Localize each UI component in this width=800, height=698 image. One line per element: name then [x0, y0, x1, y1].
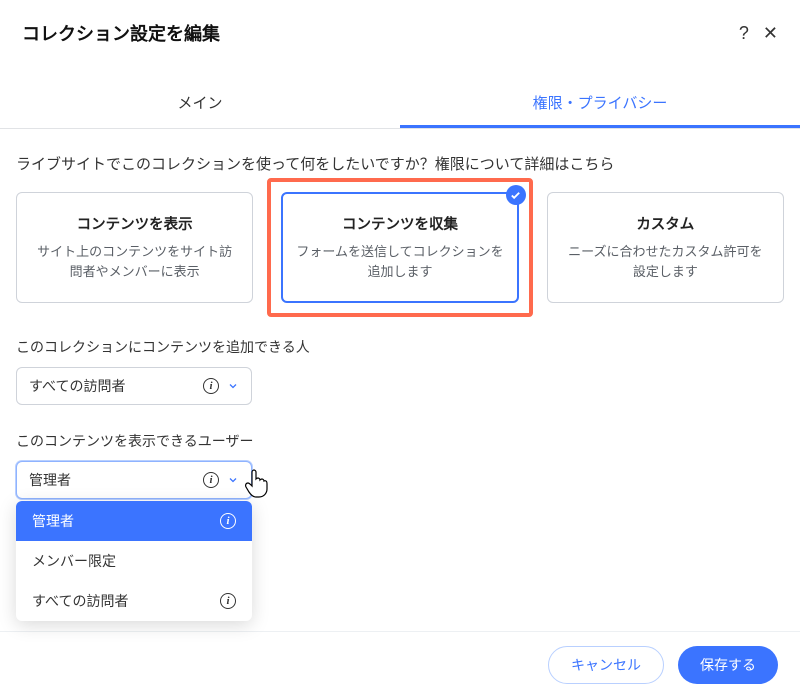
permission-cards: コンテンツを表示 サイト上のコンテンツをサイト訪問者やメンバーに表示 コンテンツ…	[16, 192, 784, 303]
section-view-who: このコンテンツを表示できるユーザー 管理者 i 管理者 i メンバー限定	[16, 431, 784, 499]
card-title: カスタム	[562, 213, 769, 234]
dropdown-item-admin[interactable]: 管理者 i	[16, 501, 252, 541]
highlight-annotation: コンテンツを収集 フォームを送信してコレクションを追加します	[267, 178, 532, 317]
card-custom[interactable]: カスタム ニーズに合わせたカスタム許可を設定します	[547, 192, 784, 303]
info-icon[interactable]: i	[220, 593, 236, 609]
save-button[interactable]: 保存する	[678, 646, 778, 684]
prompt-text: ライブサイトでこのコレクションを使って何をしたいですか？権限について詳細はこちら	[16, 153, 784, 174]
dropdown-item-everyone[interactable]: すべての訪問者 i	[16, 581, 252, 621]
info-icon[interactable]: i	[220, 513, 236, 529]
dialog-footer: キャンセル 保存する	[0, 631, 800, 698]
select-add-who[interactable]: すべての訪問者 i	[16, 367, 252, 405]
dropdown-item-label: すべての訪問者	[32, 591, 128, 611]
dialog-header: コレクション設定を編集 ? ✕	[0, 0, 800, 62]
help-icon[interactable]: ?	[739, 23, 749, 44]
select-view-who[interactable]: 管理者 i	[16, 461, 252, 499]
card-desc: フォームを送信してコレクションを追加します	[296, 242, 503, 282]
info-icon[interactable]: i	[203, 472, 219, 488]
card-title: コンテンツを収集	[296, 213, 503, 234]
section-label: このコレクションにコンテンツを追加できる人	[16, 337, 784, 357]
select-value: すべての訪問者	[29, 376, 125, 396]
close-icon[interactable]: ✕	[763, 23, 778, 44]
cancel-button[interactable]: キャンセル	[548, 646, 664, 684]
dialog-title: コレクション設定を編集	[22, 20, 220, 46]
select-value: 管理者	[29, 470, 71, 490]
card-display[interactable]: コンテンツを表示 サイト上のコンテンツをサイト訪問者やメンバーに表示	[16, 192, 253, 303]
chevron-down-icon	[227, 474, 239, 486]
card-desc: サイト上のコンテンツをサイト訪問者やメンバーに表示	[31, 242, 238, 282]
tab-permissions[interactable]: 権限・プライバシー	[400, 80, 800, 128]
section-add-who: このコレクションにコンテンツを追加できる人 すべての訪問者 i	[16, 337, 784, 405]
section-label: このコンテンツを表示できるユーザー	[16, 431, 784, 451]
check-icon	[506, 185, 526, 205]
info-icon[interactable]: i	[203, 378, 219, 394]
card-collect[interactable]: コンテンツを収集 フォームを送信してコレクションを追加します	[281, 192, 518, 303]
chevron-down-icon	[227, 380, 239, 392]
tab-main[interactable]: メイン	[0, 80, 400, 128]
card-desc: ニーズに合わせたカスタム許可を設定します	[562, 242, 769, 282]
tabs: メイン 権限・プライバシー	[0, 80, 800, 129]
dropdown-item-label: メンバー限定	[32, 551, 116, 571]
dropdown-item-label: 管理者	[32, 511, 74, 531]
dropdown-menu: 管理者 i メンバー限定 すべての訪問者 i	[16, 501, 252, 621]
dropdown-item-members[interactable]: メンバー限定	[16, 541, 252, 581]
card-title: コンテンツを表示	[31, 213, 238, 234]
